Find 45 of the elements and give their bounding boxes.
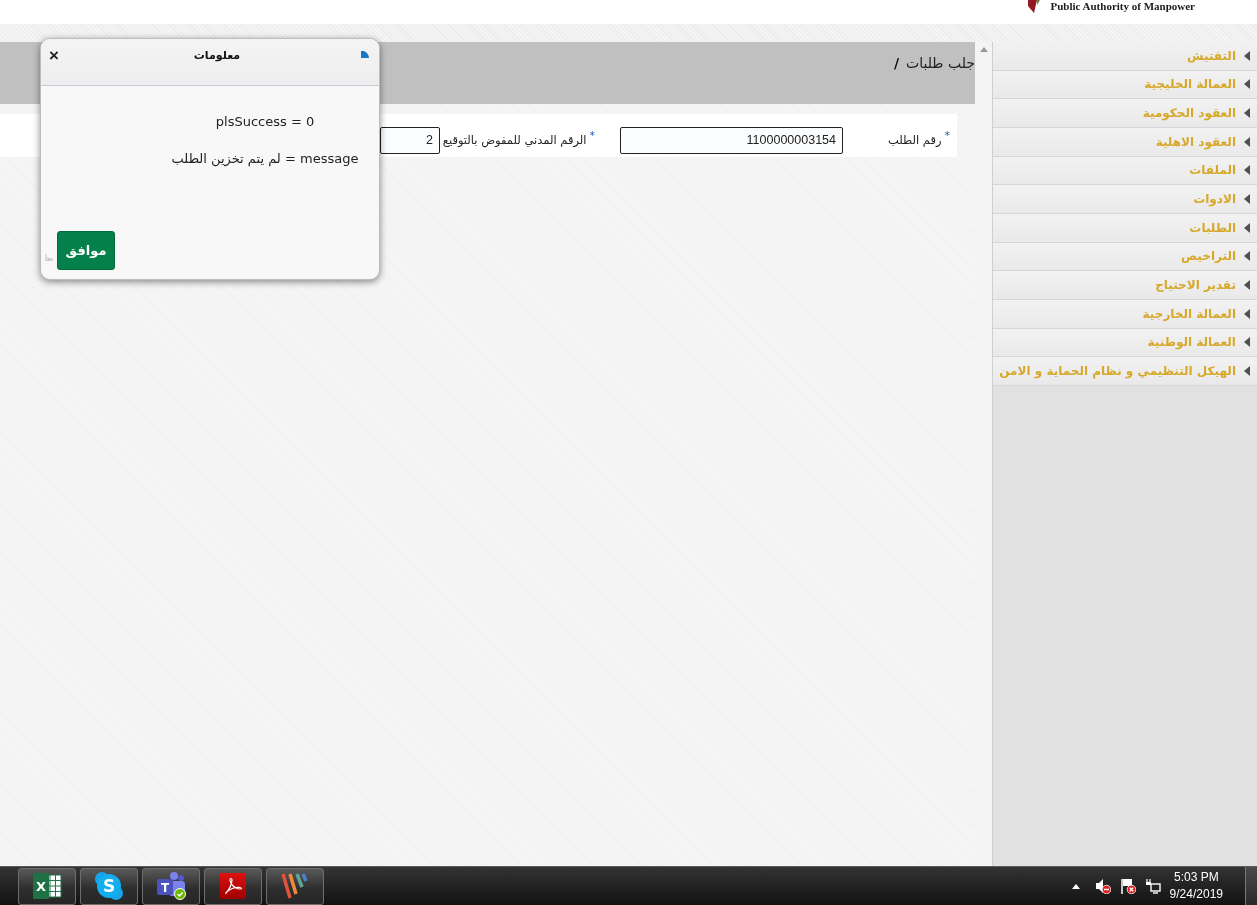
scroll-up-icon[interactable]	[979, 47, 988, 52]
clock-time: 5:03 PM	[1173, 869, 1219, 886]
taskbar-button[interactable]	[204, 867, 262, 905]
taskbar-button[interactable]: T	[142, 867, 200, 905]
message-text: message = لم يتم تخزين الطلب	[171, 150, 359, 168]
sidebar-item[interactable]: العقود الاهلية	[993, 127, 1257, 157]
input-field[interactable]: 2	[380, 127, 440, 154]
show-desktop-button[interactable]	[1245, 867, 1257, 905]
sidebar-item[interactable]: الادوات	[993, 185, 1257, 214]
chat-bubble-icon: S	[94, 872, 124, 900]
ok-button[interactable]: موافق	[57, 231, 115, 270]
dialog-title: معلومات	[192, 48, 242, 64]
scrollbar[interactable]	[975, 42, 992, 866]
pdf-icon	[218, 872, 248, 900]
sidebar-item[interactable]: تقدير الاحتياج	[993, 271, 1257, 300]
sidebar-item[interactable]: الهيكل التنظيمي و نظام الحماية و الامن	[993, 357, 1257, 386]
taskbar-button[interactable]: S	[80, 867, 138, 905]
required-mark: *	[589, 130, 595, 141]
taskbar-button[interactable]	[266, 867, 324, 905]
field-label: الرقم المدني للمفوض بالتوقيع	[442, 133, 587, 148]
flag-warning-icon[interactable]	[1119, 878, 1136, 894]
org-name: Public Authority of Manpower	[1050, 0, 1195, 12]
sidebar-item[interactable]: التفتيش	[993, 42, 1257, 71]
logo-icon	[1026, 0, 1041, 13]
sidebar-item[interactable]: العمالة الوطنية	[993, 328, 1257, 358]
message-text: plsSuccess = 0	[215, 113, 315, 131]
sidebar-item[interactable]: التراخيص	[993, 242, 1257, 272]
sidebar-item[interactable]: العمالة الخارجية	[993, 299, 1257, 329]
caret-up-icon[interactable]	[1071, 883, 1080, 889]
required-mark: *	[944, 130, 950, 141]
network-icon[interactable]	[1144, 878, 1161, 894]
page-title: جلب طلبات	[906, 54, 975, 72]
stripes-icon	[280, 872, 310, 900]
clock-date: 9/24/2019	[1169, 886, 1223, 903]
sidebar-item[interactable]: العقود الحكومية	[993, 99, 1257, 128]
sidebar-item[interactable]: العمالة الخليجية	[993, 70, 1257, 100]
close-button[interactable]: ×	[49, 47, 59, 64]
sidebar-item[interactable]: الملفات	[993, 156, 1257, 186]
speaker-muted-icon[interactable]	[1094, 878, 1111, 894]
sidebar-item[interactable]: الطلبات	[993, 213, 1257, 243]
taskbar-button[interactable]: X	[18, 867, 76, 905]
input-field[interactable]: 1100000003154	[620, 127, 843, 154]
breadcrumb-separator: /	[893, 54, 900, 72]
resize-grip-icon[interactable]	[45, 253, 53, 261]
field-label: رقم الطلب	[887, 133, 942, 148]
